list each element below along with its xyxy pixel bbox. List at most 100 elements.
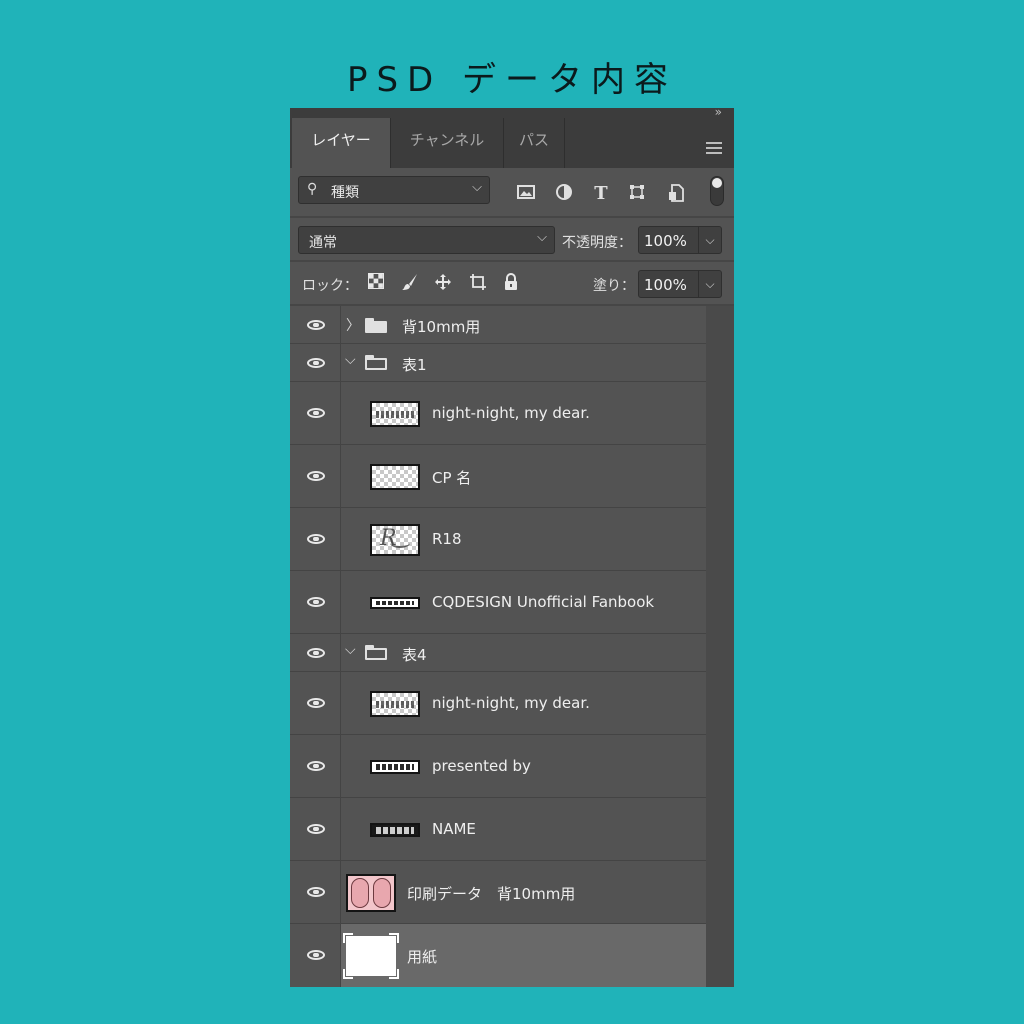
layer-name: 表4 (402, 646, 427, 664)
chevron-right-icon[interactable]: 〉 (346, 315, 360, 335)
layer-filter-select[interactable]: ⚲ 種類 ⌵ (298, 176, 490, 204)
chevron-down-icon: ⌵ (472, 180, 482, 195)
layers-panel: » レイヤー チャンネル パス ⚲ 種類 ⌵ T 通常 ⌵ 不透明度： 100%… (290, 108, 734, 987)
tab-divider (564, 118, 565, 168)
layer-row[interactable]: NAME (290, 798, 706, 861)
lock-row: ロック： 塗り： 100% ⌵ (290, 262, 734, 306)
eye-icon[interactable] (307, 824, 325, 834)
image-filter-icon[interactable] (516, 184, 536, 204)
layer-list: 〉 背10mm用 ⌵ 表1 night-night, my dear. CP 名 (290, 306, 734, 987)
layer-thumbnail (370, 524, 420, 556)
lock-transparency-icon[interactable] (366, 273, 386, 293)
eye-icon[interactable] (307, 320, 325, 330)
layer-name: night-night, my dear. (432, 404, 590, 422)
layer-list-scrollbar[interactable] (706, 306, 734, 987)
filter-row: ⚲ 種類 ⌵ T (290, 168, 734, 218)
layer-thumbnail (370, 823, 420, 837)
layer-row-selected[interactable]: 用紙 (290, 924, 706, 987)
eye-icon[interactable] (307, 887, 325, 897)
fill-value: 100% (644, 276, 687, 294)
eye-icon[interactable] (307, 648, 325, 658)
layer-name: CP 名 (432, 469, 472, 487)
layer-name: night-night, my dear. (432, 694, 590, 712)
eye-icon[interactable] (307, 698, 325, 708)
visibility-toggle[interactable] (290, 634, 341, 671)
blend-mode-select[interactable]: 通常 ⌵ (298, 226, 555, 254)
eye-icon[interactable] (307, 597, 325, 607)
folder-icon (365, 318, 387, 333)
filter-value: 種類 (331, 185, 359, 201)
layer-row-group-spine[interactable]: 〉 背10mm用 (290, 306, 706, 344)
panel-tabbar: レイヤー チャンネル パス (290, 118, 734, 168)
layer-row[interactable]: CQDESIGN Unofficial Fanbook (290, 571, 706, 634)
lock-all-icon[interactable] (501, 273, 521, 293)
visibility-toggle[interactable] (290, 445, 341, 507)
layer-name: presented by (432, 757, 531, 775)
eye-icon[interactable] (307, 950, 325, 960)
layer-name: R18 (432, 530, 462, 548)
layer-name: 背10mm用 (402, 318, 481, 336)
layer-name: 用紙 (407, 948, 438, 966)
lock-artboard-icon[interactable] (468, 273, 488, 293)
layer-row[interactable]: presented by (290, 735, 706, 798)
visibility-toggle[interactable] (290, 571, 341, 633)
blend-mode-value: 通常 (309, 235, 337, 251)
type-filter-icon[interactable]: T (591, 184, 611, 204)
chevron-down-icon[interactable]: ⌵ (698, 271, 721, 297)
tab-channels[interactable]: チャンネル (391, 118, 503, 168)
layer-row[interactable]: CP 名 (290, 445, 706, 508)
visibility-toggle[interactable] (290, 344, 341, 381)
layer-row-group-front[interactable]: ⌵ 表1 (290, 344, 706, 382)
fill-label: 塗り： (593, 278, 635, 294)
lock-label: ロック： (302, 278, 358, 294)
visibility-toggle[interactable] (290, 735, 341, 797)
tab-paths[interactable]: パス (504, 118, 564, 168)
layer-thumbnail (370, 691, 420, 717)
chevron-down-icon[interactable]: ⌵ (345, 352, 356, 368)
eye-icon[interactable] (307, 471, 325, 481)
layer-name: 表1 (402, 356, 427, 374)
layer-row[interactable]: night-night, my dear. (290, 672, 706, 735)
layer-row[interactable]: night-night, my dear. (290, 382, 706, 445)
fill-field[interactable]: 100% ⌵ (638, 270, 722, 298)
layer-thumbnail (346, 874, 396, 912)
opacity-value: 100% (644, 232, 687, 250)
eye-icon[interactable] (307, 761, 325, 771)
page-title: PSD データ内容 (346, 60, 678, 100)
visibility-toggle[interactable] (290, 861, 341, 923)
layer-thumbnail (370, 597, 420, 609)
lock-position-icon[interactable] (433, 273, 453, 293)
search-icon: ⚲ (307, 181, 318, 197)
visibility-toggle[interactable] (290, 382, 341, 444)
adjustment-filter-icon[interactable] (554, 184, 574, 204)
eye-icon[interactable] (307, 408, 325, 418)
visibility-toggle[interactable] (290, 798, 341, 860)
layer-name: CQDESIGN Unofficial Fanbook (432, 593, 655, 611)
eye-icon[interactable] (307, 534, 325, 544)
layer-thumbnail (343, 933, 399, 979)
smart-object-filter-icon[interactable] (666, 184, 686, 204)
folder-open-icon (365, 355, 387, 370)
chevron-down-icon[interactable]: ⌵ (698, 227, 721, 253)
visibility-toggle[interactable] (290, 924, 341, 987)
filter-toggle[interactable] (710, 176, 724, 206)
opacity-field[interactable]: 100% ⌵ (638, 226, 722, 254)
folder-open-icon (365, 645, 387, 660)
visibility-toggle[interactable] (290, 672, 341, 734)
layer-thumbnail (370, 464, 420, 490)
visibility-toggle[interactable] (290, 508, 341, 570)
lock-image-icon[interactable] (400, 273, 420, 293)
layer-row[interactable]: 印刷データ 背10mm用 (290, 861, 706, 924)
shape-filter-icon[interactable] (627, 184, 647, 204)
chevron-down-icon[interactable]: ⌵ (345, 642, 356, 658)
layer-row-group-back[interactable]: ⌵ 表4 (290, 634, 706, 672)
chevron-down-icon: ⌵ (537, 230, 547, 245)
tab-layers[interactable]: レイヤー (292, 118, 390, 168)
hamburger-icon[interactable] (706, 142, 722, 157)
layer-row[interactable]: R18 (290, 508, 706, 571)
visibility-toggle[interactable] (290, 306, 341, 343)
eye-icon[interactable] (307, 358, 325, 368)
layer-name: 印刷データ 背10mm用 (407, 885, 576, 903)
panel-header-strip: » (290, 108, 734, 119)
layer-thumbnail (370, 401, 420, 427)
